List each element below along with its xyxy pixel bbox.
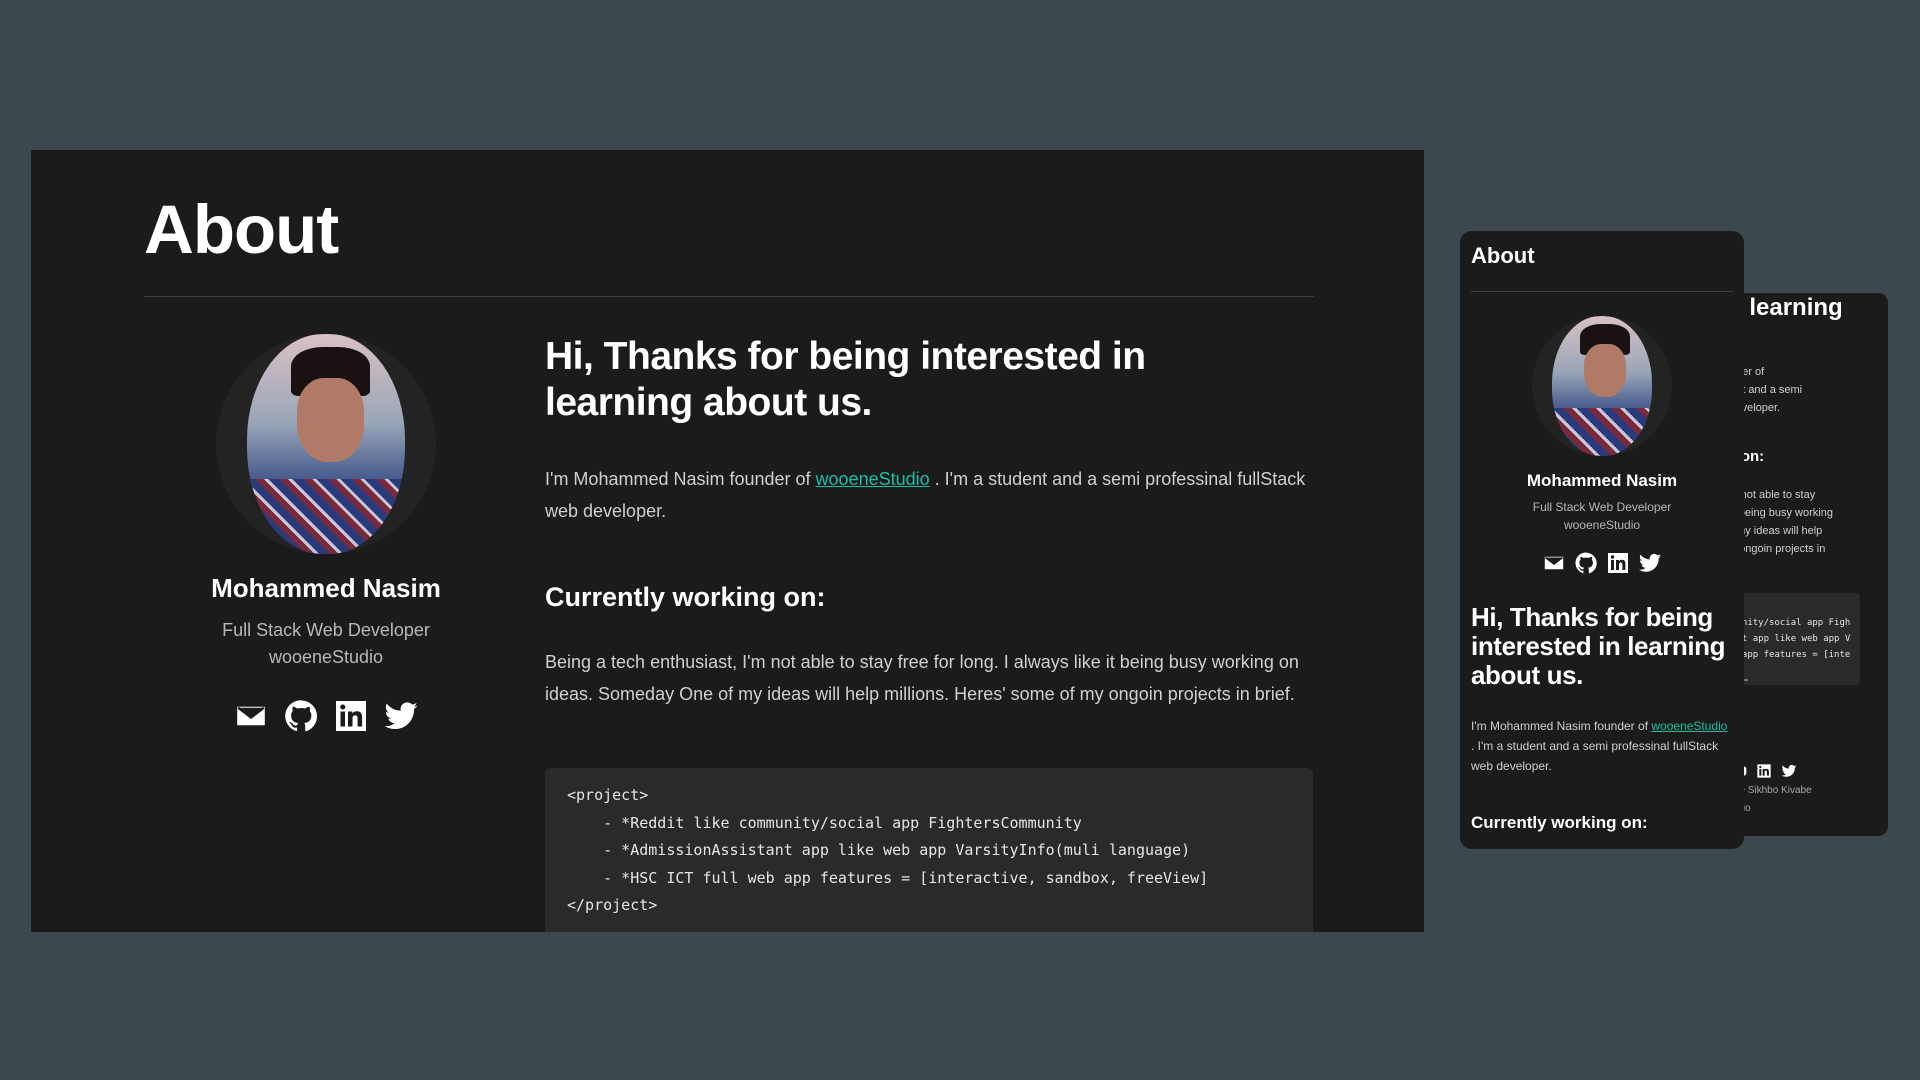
twitter-icon[interactable] (1638, 551, 1662, 575)
github-icon[interactable] (1574, 551, 1598, 575)
intro-paragraph: I'm Mohammed Nasim founder of wooeneStud… (545, 463, 1325, 527)
twitter-icon[interactable] (1781, 763, 1797, 779)
intro-prefix: I'm Mohammed Nasim founder of (545, 469, 816, 489)
working-on-paragraph: Being a tech enthusiast, I'm not able to… (545, 652, 1299, 704)
mail-icon[interactable] (1542, 551, 1566, 575)
code-line: - *AdmissionAssistant app like web app V… (567, 841, 1191, 859)
avatar (1532, 316, 1672, 456)
page-title: About (1471, 243, 1535, 268)
profile-photo (246, 334, 406, 554)
intro-heading: Hi, Thanks for being interested in learn… (545, 335, 1146, 424)
profile-name: Mohammed Nasim (211, 573, 441, 603)
github-icon[interactable] (283, 698, 319, 734)
profile-org: wooeneStudio (1563, 518, 1641, 532)
title-divider (1471, 291, 1733, 292)
profile-name: Mohammed Nasim (1526, 471, 1678, 490)
code-line: </project> (567, 896, 658, 914)
code-line: - *HSC ICT full web app features = [inte… (567, 868, 1209, 887)
linkedin-icon[interactable] (1606, 551, 1630, 575)
profile-role: Full Stack Web Developer (222, 620, 430, 640)
intro-suffix: . I'm a student and a semi professinal f… (1471, 739, 1719, 773)
profile-photo (1551, 316, 1653, 456)
studio-link[interactable]: wooeneStudio (816, 469, 930, 489)
intro-paragraph: I'm Mohammed Nasim founder of wooeneStud… (1471, 716, 1733, 776)
social-links (136, 698, 516, 734)
page-title: About (144, 191, 339, 268)
mail-icon[interactable] (233, 698, 269, 734)
mobile-preview-front: About Mohammed Nasim Full Stack Web Deve… (1460, 231, 1744, 849)
linkedin-icon[interactable] (333, 698, 369, 734)
profile-org: wooeneStudio (268, 647, 384, 667)
working-on-heading: Currently working on: (1471, 813, 1648, 832)
code-line: - *Reddit like community/social app Figh… (567, 813, 1082, 832)
working-on-heading: Currently working on: (545, 582, 826, 612)
desktop-preview: About Mohammed Nasim Full Stack Web Deve… (31, 150, 1424, 932)
linkedin-icon[interactable] (1756, 763, 1772, 779)
studio-link[interactable]: wooeneStudio (1651, 719, 1727, 733)
intro-heading: Hi, Thanks for being interested in learn… (1471, 602, 1726, 690)
avatar (216, 334, 436, 554)
code-block: <project> - *Reddit like community/socia… (545, 768, 1313, 932)
twitter-icon[interactable] (383, 698, 419, 734)
profile-role: Full Stack Web Developer (1532, 500, 1672, 514)
social-links (1460, 551, 1744, 575)
title-divider (144, 296, 1314, 297)
code-line: <project> (567, 786, 649, 804)
intro-prefix: I'm Mohammed Nasim founder of (1471, 719, 1652, 733)
